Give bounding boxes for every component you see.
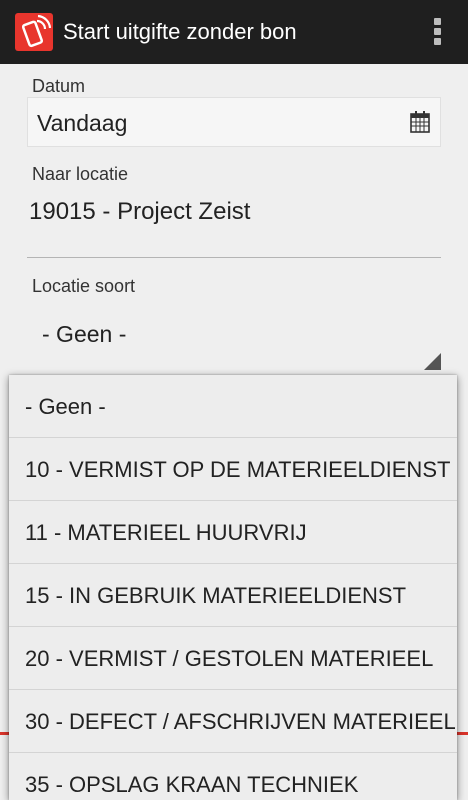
spinner-arrow-icon [424,353,441,370]
phone-signal-icon [15,13,53,51]
location-type-dropdown: - Geen - 10 - VERMIST OP DE MATERIEELDIE… [9,375,457,800]
red-divider-right [457,732,468,735]
dropdown-option[interactable]: 35 - OPSLAG KRAAN TECHNIEK [9,753,457,800]
app-bar: Start uitgifte zonder bon [0,0,468,64]
dropdown-option[interactable]: - Geen - [9,375,457,438]
dropdown-option[interactable]: 10 - VERMIST OP DE MATERIEELDIENST [9,438,457,501]
location-underline [27,257,441,258]
dropdown-option[interactable]: 20 - VERMIST / GESTOLEN MATERIEEL [9,627,457,690]
date-value: Vandaag [37,110,128,136]
location-input[interactable]: 19015 - Project Zeist [29,198,250,226]
overflow-menu-icon[interactable] [432,18,442,46]
dropdown-option[interactable]: 30 - DEFECT / AFSCHRIJVEN MATERIEEL [9,690,457,753]
calendar-icon[interactable] [410,111,430,133]
dropdown-option[interactable]: 11 - MATERIEEL HUURVRIJ [9,501,457,564]
page-title: Start uitgifte zonder bon [63,19,297,44]
date-field[interactable]: Vandaag [27,97,441,147]
location-type-label: Locatie soort [32,276,136,296]
date-label: Datum [32,76,86,96]
location-label: Naar locatie [32,164,129,184]
location-type-spinner[interactable]: - Geen - [42,321,126,348]
dropdown-option[interactable]: 15 - IN GEBRUIK MATERIEELDIENST [9,564,457,627]
